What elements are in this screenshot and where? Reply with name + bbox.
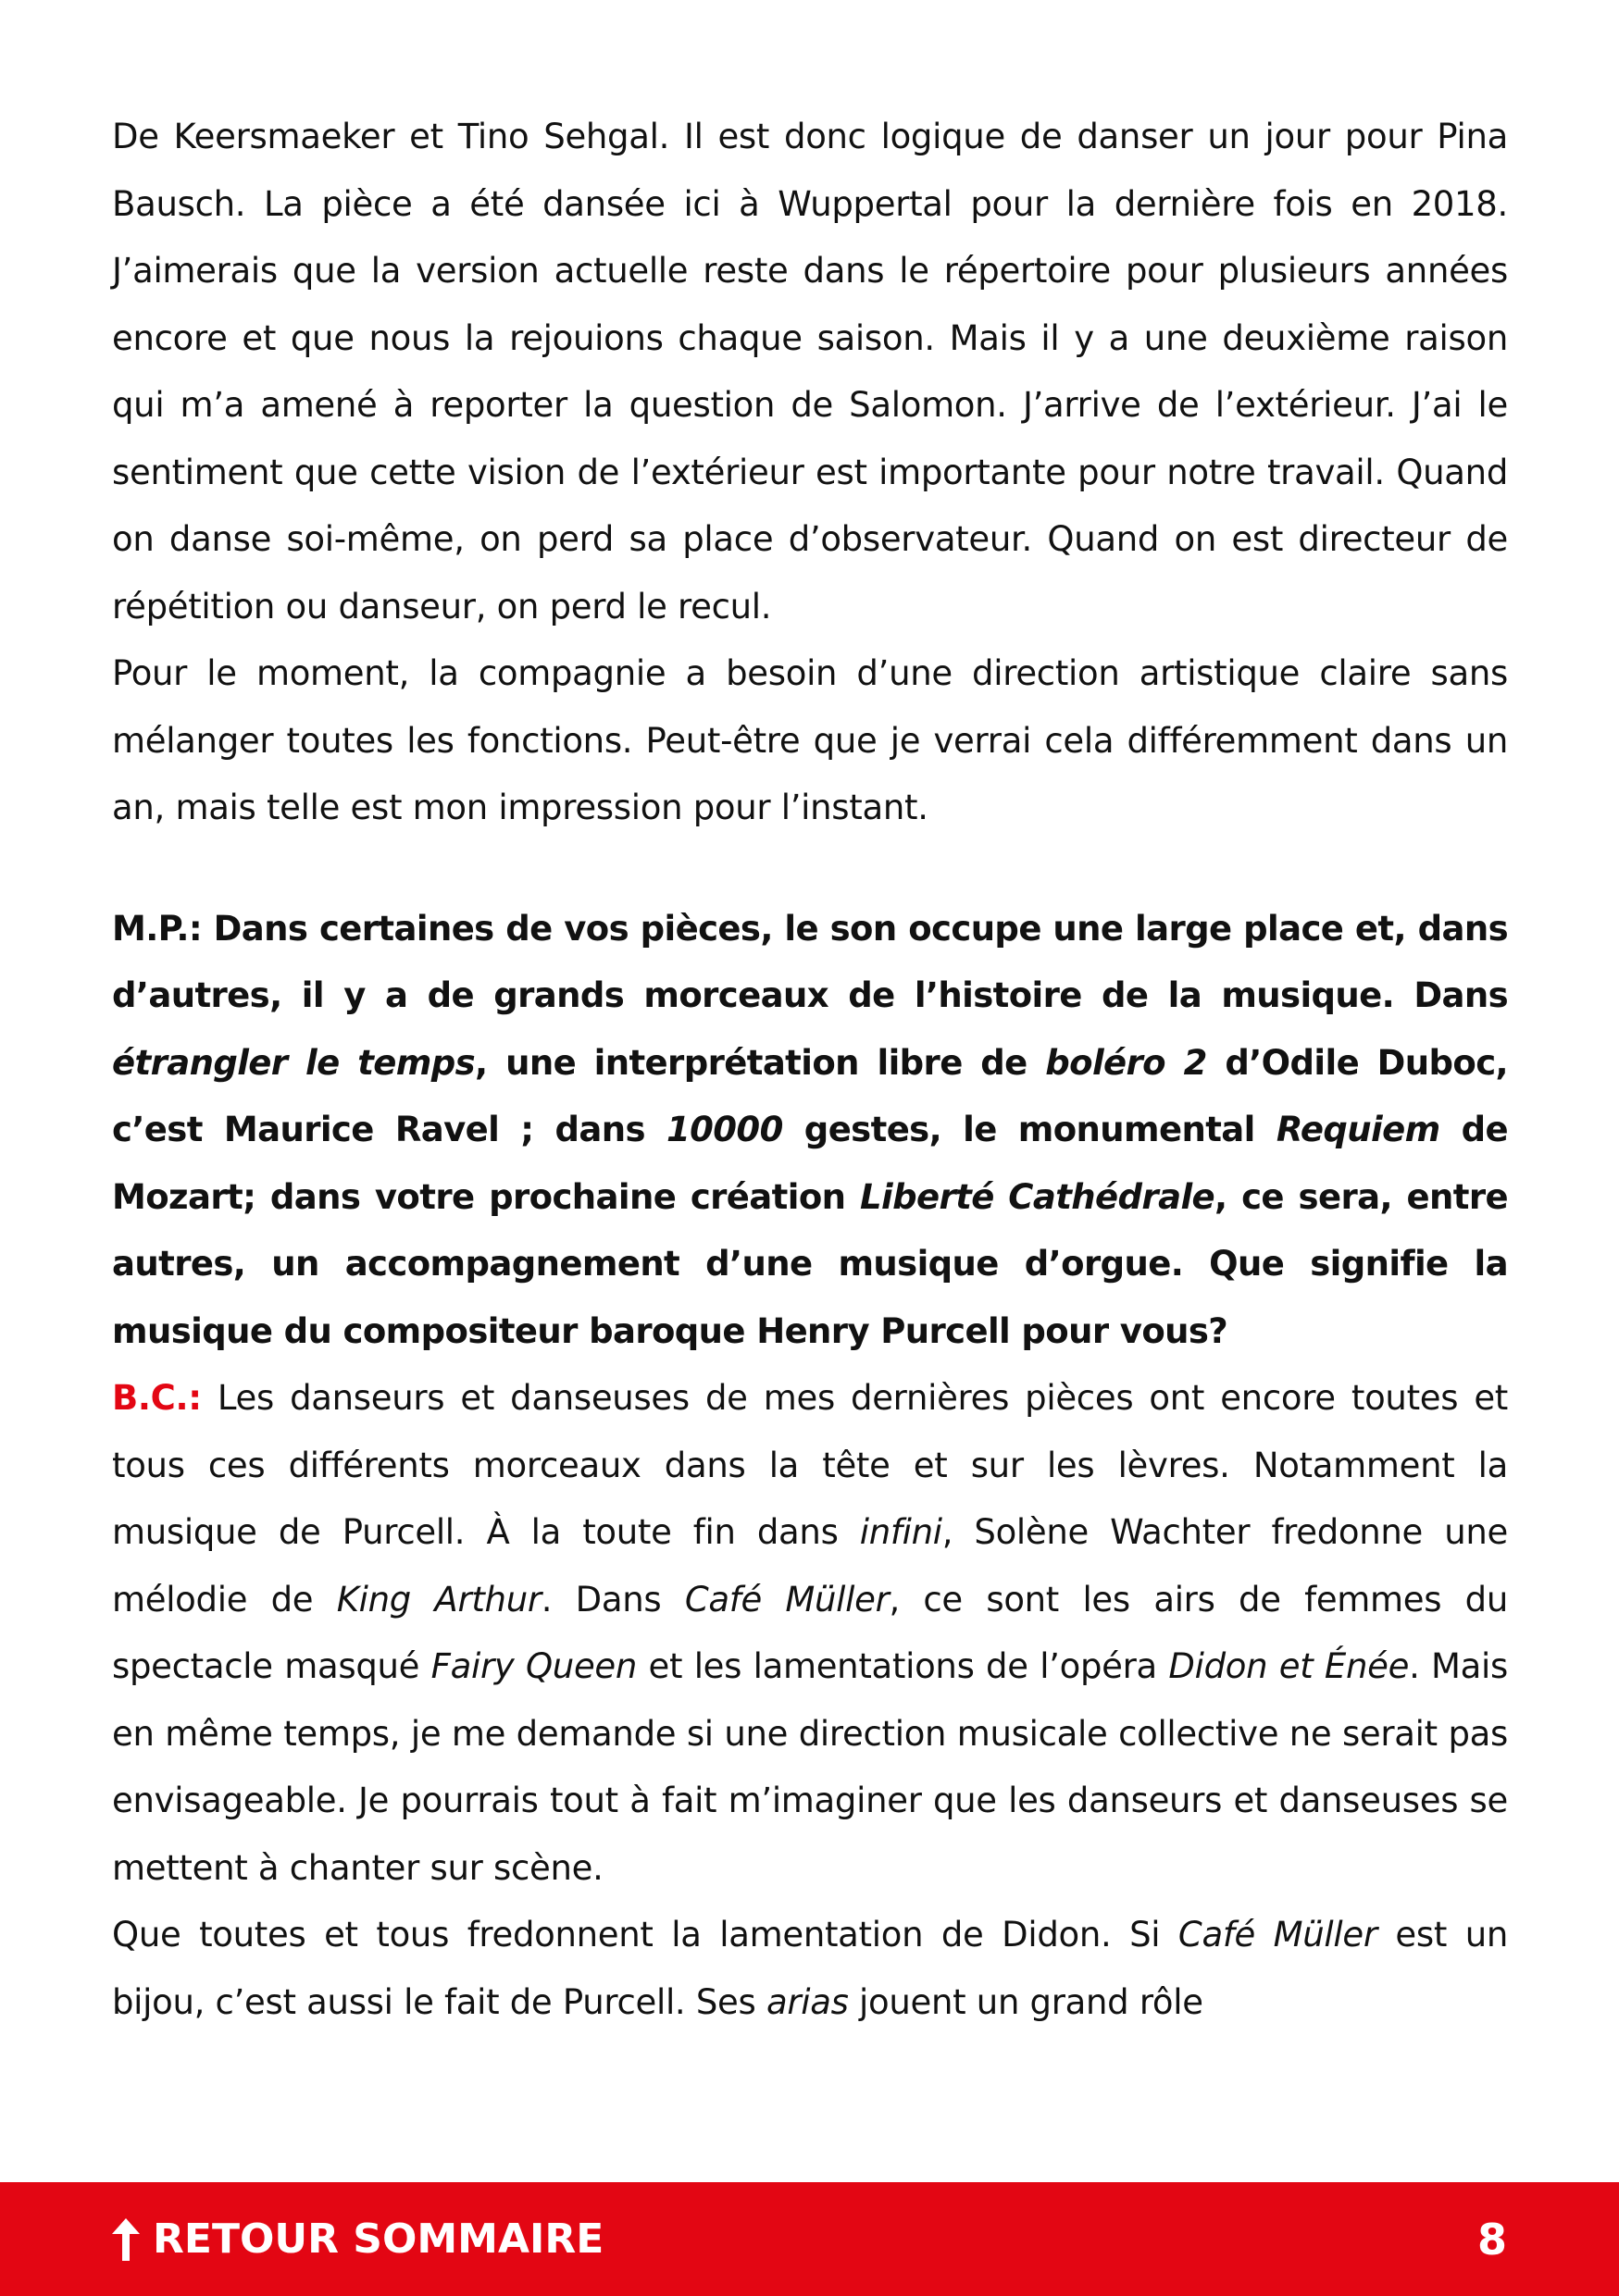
answer-title-fairy-queen: Fairy Queen [430, 1646, 638, 1686]
answer-text: et les lamentations de l’opéra [637, 1646, 1169, 1686]
interview-question: M.P.: Dans certaines de vos pièces, le s… [112, 896, 1509, 1366]
question-title-10000: 10000 [666, 1110, 783, 1149]
paragraph-title-cafe-muller: Café Müller [1177, 1915, 1377, 1955]
paragraph-text: jouent un grand rôle [848, 1981, 1203, 2022]
paragraph-purcell: Que toutes et tous fredonnent la lamenta… [112, 1902, 1508, 2036]
article-body: De Keersmaeker et Tino Sehgal. Il est do… [112, 104, 1509, 2036]
question-title-etrangler: étrangler le temps [112, 1042, 476, 1083]
back-to-contents-label: RETOUR SOMMAIRE [153, 2215, 604, 2263]
speaker-label: B.C.: [112, 1378, 202, 1418]
page-number: 8 [1476, 2214, 1507, 2265]
question-title-requiem: Requiem [1276, 1110, 1440, 1149]
footer-bar: RETOUR SOMMAIRE 8 [0, 2182, 1619, 2296]
document-page: De Keersmaeker et Tino Sehgal. Il est do… [0, 0, 1619, 2296]
question-text: M.P.: Dans certaines de vos pièces, le s… [112, 908, 1509, 1016]
answer-title-king-arthur: King Arthur [336, 1579, 542, 1620]
question-text: gestes, le monumental [782, 1110, 1277, 1149]
back-to-contents-link[interactable]: RETOUR SOMMAIRE [112, 2182, 604, 2296]
answer-title-didon: Didon et Énée [1168, 1646, 1410, 1686]
paragraph-title-arias: arias [766, 1981, 849, 2022]
question-title-liberte: Liberté Cathédrale [860, 1176, 1215, 1217]
arrow-up-icon [112, 2217, 140, 2261]
answer-text: . Dans [541, 1579, 685, 1620]
paragraph-direction: Pour le moment, la compagnie a besoin d’… [112, 653, 1508, 827]
answer-title-infini: infini [859, 1512, 942, 1552]
interview-answer: B.C.: Les danseurs et danseuses de mes d… [112, 1365, 1508, 1902]
paragraph-intro: De Keersmaeker et Tino Sehgal. Il est do… [112, 117, 1508, 627]
question-text: , une interprétation libre de [475, 1042, 1046, 1083]
question-title-bolero: boléro 2 [1045, 1042, 1207, 1083]
answer-title-cafe-muller: Café Müller [684, 1579, 890, 1620]
paragraph-text: Que toutes et tous fredonnent la lamenta… [112, 1915, 1178, 1955]
